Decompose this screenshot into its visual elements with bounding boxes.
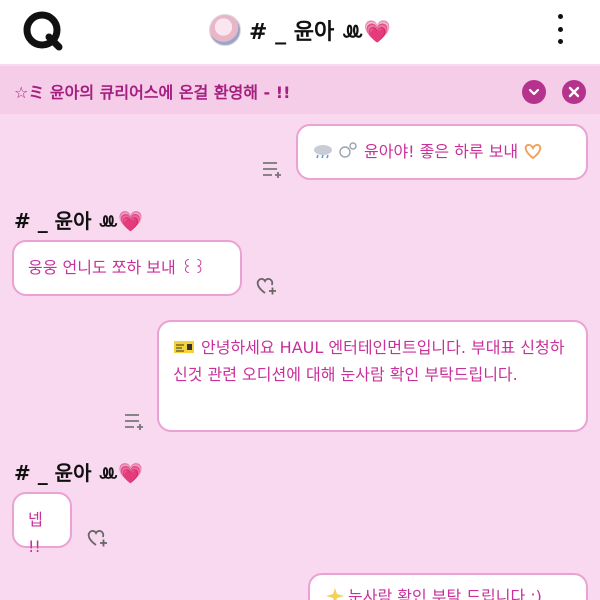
sparkle-icon: [326, 588, 344, 600]
heart-plus-icon[interactable]: [86, 528, 108, 548]
sender-name: # _ 윤아 ꔛ💗: [14, 209, 144, 233]
message-bubble[interactable]: 눈사람 확인 부탁 드립니다 :): [308, 573, 588, 600]
ticket-icon: [174, 341, 194, 353]
message-text: 넵 !!: [28, 510, 43, 556]
chat-title-group[interactable]: # _ 윤아 ꔛ💗: [0, 12, 600, 48]
reply-menu-icon[interactable]: [262, 160, 282, 178]
notice-text: ☆ミ 윤아의 큐리어스에 온걸 환영해 - !!: [14, 83, 291, 102]
message-bubble[interactable]: 웅웅 언니도 쪼하 보내 ꒰꒱: [12, 240, 242, 296]
message-bubble[interactable]: 안녕하세요 HAUL 엔터테인먼트입니다. 부대표 신청하신것 관련 오디션에 …: [157, 320, 588, 432]
chevron-down-icon[interactable]: [522, 80, 546, 104]
bubbles-icon: [339, 142, 357, 158]
message-bubble[interactable]: 윤아야! 좋은 하루 보내: [296, 124, 588, 180]
heart-hands-icon: [524, 143, 542, 159]
message-text: 윤아야! 좋은 하루 보내: [364, 142, 519, 161]
welcome-notice: ☆ミ 윤아의 큐리어스에 온걸 환영해 - !!: [0, 66, 600, 114]
heart-plus-icon[interactable]: [255, 276, 277, 296]
chat-title: # _ 윤아 ꔛ💗: [249, 20, 391, 45]
reply-menu-icon[interactable]: [124, 412, 144, 430]
avatar[interactable]: [209, 14, 242, 46]
app-header: # _ 윤아 ꔛ💗: [0, 0, 600, 64]
kebab-menu-icon[interactable]: [548, 14, 572, 44]
message-bubble[interactable]: 넵 !!: [12, 492, 72, 556]
close-icon[interactable]: [562, 80, 586, 104]
message-text: 웅웅 언니도 쪼하 보내 ꒰꒱: [28, 258, 206, 277]
message-text: 눈사람 확인 부탁 드립니다 :): [348, 587, 542, 600]
message-text: 안녕하세요 HAUL 엔터테인먼트입니다. 부대표 신청하신것 관련 오디션에 …: [173, 338, 565, 384]
sender-name: # _ 윤아 ꔛ💗: [14, 461, 144, 485]
rain-cloud-icon: [314, 145, 332, 159]
